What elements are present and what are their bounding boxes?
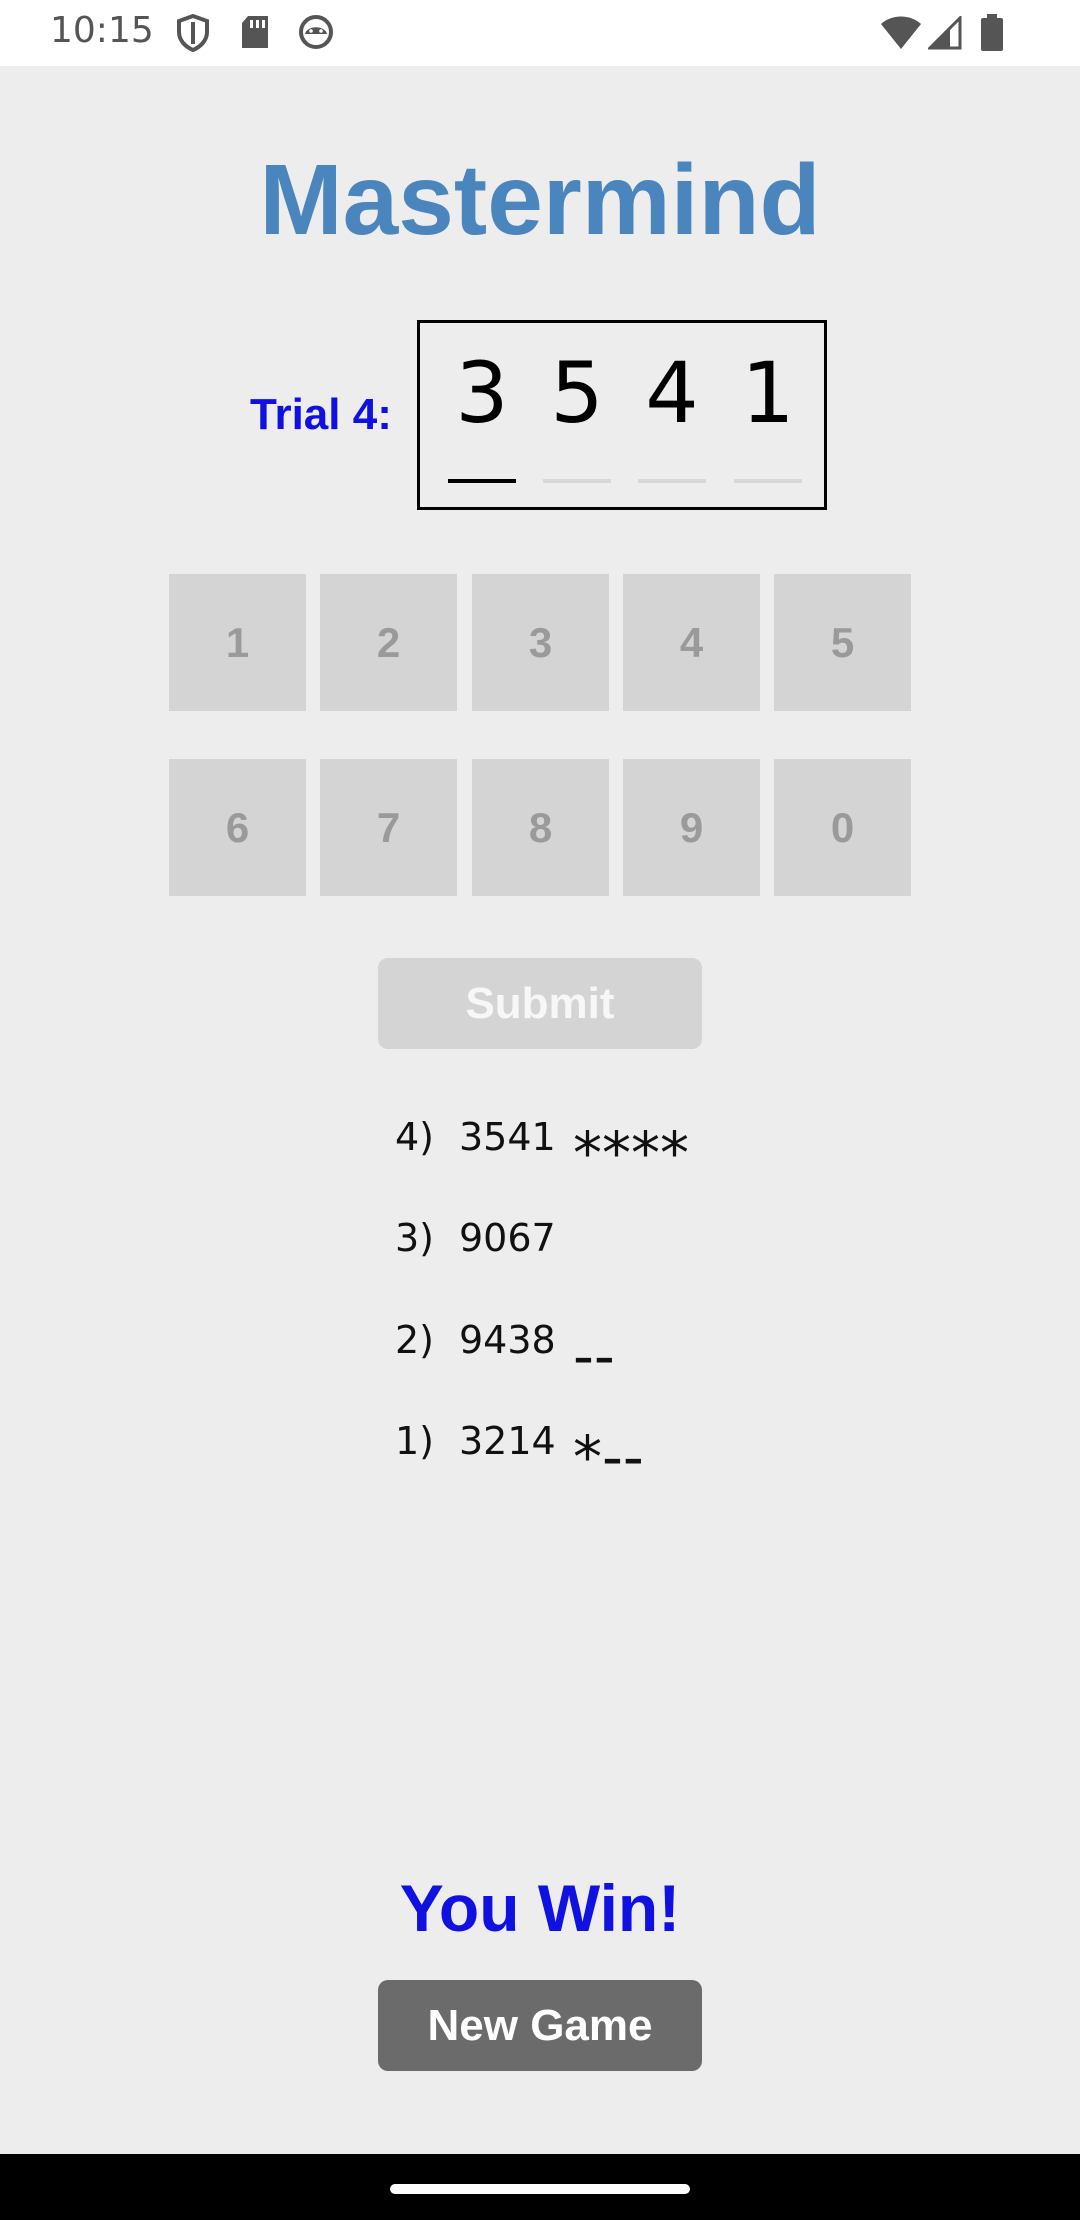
guess-digit-4[interactable]: 1 bbox=[733, 343, 803, 443]
key-5[interactable]: 5 bbox=[774, 574, 911, 711]
guess-digit-1[interactable]: 3 bbox=[447, 343, 517, 443]
new-game-button[interactable]: New Game bbox=[378, 1980, 702, 2071]
key-9[interactable]: 9 bbox=[623, 759, 760, 896]
history-trial-number: 1) bbox=[395, 1419, 435, 1463]
guess-digit-3[interactable]: 4 bbox=[637, 343, 707, 443]
key-4[interactable]: 4 bbox=[623, 574, 760, 711]
signal-icon bbox=[928, 16, 962, 50]
app-title: Mastermind bbox=[259, 144, 821, 256]
key-1[interactable]: 1 bbox=[169, 574, 306, 711]
sd-card-icon bbox=[240, 14, 270, 50]
history-result: -- bbox=[573, 1322, 615, 1390]
key-2[interactable]: 2 bbox=[320, 574, 457, 711]
history-result: *-- bbox=[573, 1423, 644, 1491]
guess-digit-2[interactable]: 5 bbox=[542, 343, 612, 443]
history-guess: 3214 bbox=[459, 1419, 556, 1463]
history-guess: 9067 bbox=[459, 1216, 556, 1260]
digit-underline bbox=[638, 479, 706, 483]
digit-underline bbox=[543, 479, 611, 483]
result-message: You Win! bbox=[399, 1871, 681, 1945]
digit-cursor-underline bbox=[448, 479, 516, 483]
home-handle[interactable] bbox=[390, 2184, 690, 2194]
trial-label: Trial 4: bbox=[250, 390, 392, 439]
history-trial-number: 2) bbox=[395, 1318, 435, 1362]
key-7[interactable]: 7 bbox=[320, 759, 457, 896]
history-trial-number: 3) bbox=[395, 1216, 435, 1260]
key-0[interactable]: 0 bbox=[774, 759, 911, 896]
history-trial-number: 4) bbox=[395, 1115, 435, 1159]
status-time: 10:15 bbox=[50, 10, 154, 51]
guess-input-box[interactable]: 3 5 4 1 bbox=[417, 320, 827, 510]
wifi-icon bbox=[880, 16, 922, 50]
android-icon bbox=[298, 14, 334, 50]
shield-icon bbox=[176, 14, 210, 52]
key-3[interactable]: 3 bbox=[472, 574, 609, 711]
key-6[interactable]: 6 bbox=[169, 759, 306, 896]
battery-icon bbox=[980, 14, 1004, 52]
submit-button[interactable]: Submit bbox=[378, 958, 702, 1049]
status-bar: 10:15 bbox=[0, 0, 1080, 66]
history-result: **** bbox=[573, 1119, 689, 1187]
digit-underline bbox=[734, 479, 802, 483]
key-8[interactable]: 8 bbox=[472, 759, 609, 896]
history-guess: 9438 bbox=[459, 1318, 556, 1362]
navigation-bar bbox=[0, 2154, 1080, 2220]
history-guess: 3541 bbox=[459, 1115, 556, 1159]
